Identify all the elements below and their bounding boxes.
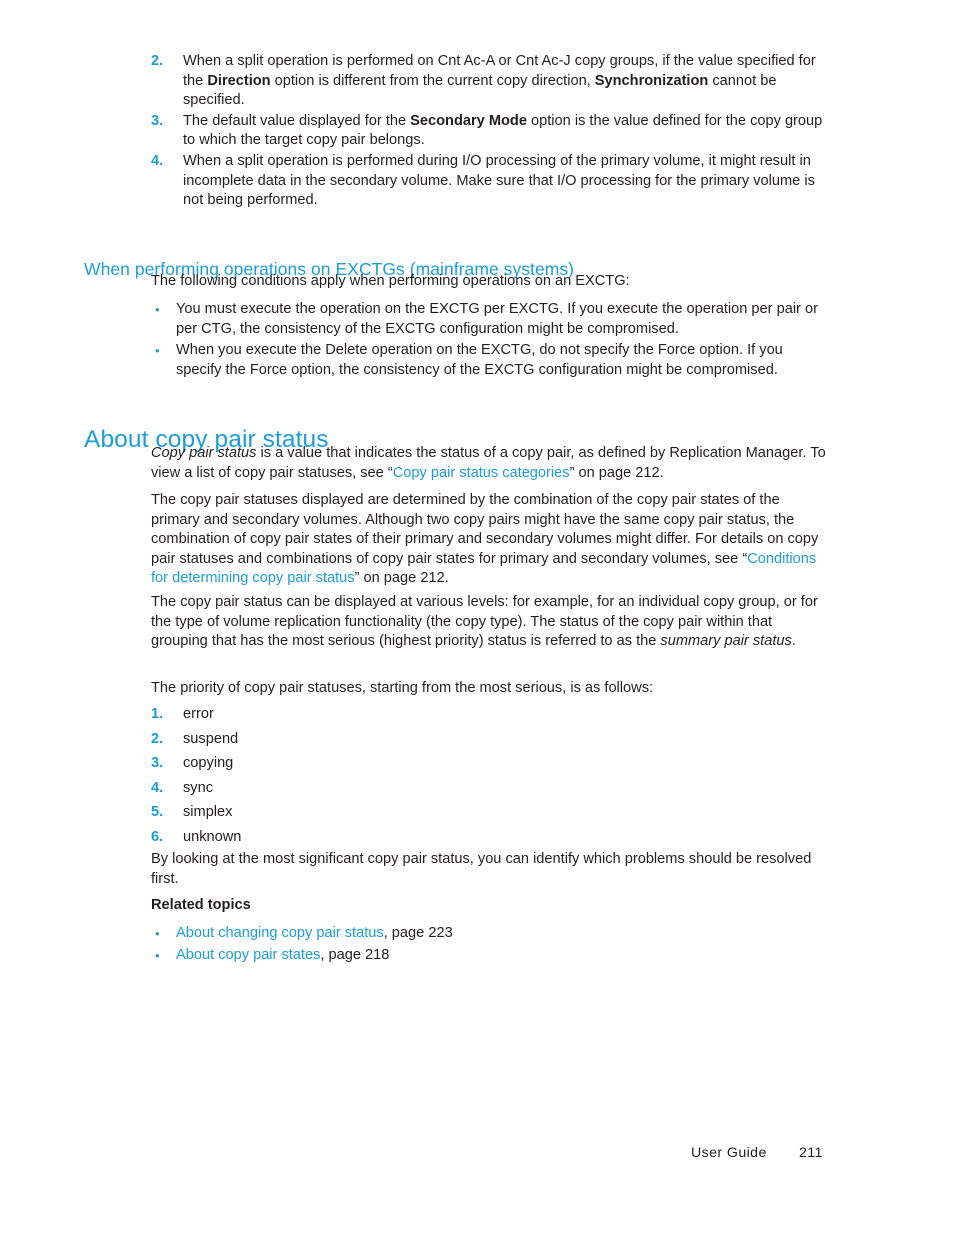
list-item: About changing copy pair status, page 22… [151, 924, 827, 944]
list-item-text: suspend [183, 730, 239, 747]
list-item: 4. When a split operation is performed d… [151, 152, 827, 211]
bullet-icon [151, 341, 176, 361]
list-item: 3. The default value displayed for the S… [151, 112, 827, 151]
document-page: 2. When a split operation is performed o… [0, 0, 954, 1235]
list-item-text: You must execute the operation on the EX… [176, 301, 818, 337]
list-item: When you execute the Delete operation on… [151, 341, 827, 380]
list-item-text: The default value displayed for the Seco… [183, 112, 827, 151]
list-item-text: sync [183, 779, 214, 796]
link-about-changing-copy-pair-status[interactable]: About changing copy pair status [176, 925, 384, 941]
text-run: , page 218 [320, 946, 390, 963]
list-marker: 4. [151, 152, 164, 169]
list-item-text: About copy pair states, page 218 [176, 946, 827, 966]
list-item-text: simplex [183, 804, 233, 821]
list-marker: 2. [151, 53, 164, 69]
text-run: ” on page 212. [354, 570, 449, 587]
emphasis-direction: Direction [207, 72, 271, 89]
text-run: The default value displayed for the [183, 112, 411, 129]
exctg-bullet-list: You must execute the operation on the EX… [151, 300, 827, 382]
status-paragraph-5: By looking at the most significant copy … [151, 851, 812, 887]
page-footer: User Guide 211 [0, 1143, 954, 1167]
list-marker: 3. [151, 755, 164, 772]
text-run: ” on page 212. [569, 464, 664, 481]
list-item: 1. error [151, 705, 827, 725]
priority-numbered-list: 1. error 2. suspend 3. copying 4. sync 5… [151, 705, 827, 853]
list-item-text: unknown [183, 828, 242, 845]
status-paragraph-2: The copy pair statuses displayed are det… [151, 491, 827, 589]
related-topics-list: About changing copy pair status, page 22… [151, 924, 827, 967]
list-item-text: About changing copy pair status, page 22… [176, 924, 827, 944]
footer-guide-label: User Guide [691, 1145, 767, 1161]
emphasis-secondary-mode: Secondary Mode [410, 112, 527, 129]
list-item: About copy pair states, page 218 [151, 946, 827, 966]
list-item: 4. sync [151, 779, 827, 799]
status-paragraph-1: Copy pair status is a value that indicat… [151, 444, 827, 483]
list-item-text: When a split operation is performed on C… [183, 52, 827, 111]
link-copy-pair-status-categories[interactable]: Copy pair status categories [393, 465, 570, 481]
list-marker: 5. [151, 804, 164, 821]
list-marker: 2. [151, 730, 164, 747]
list-marker: 3. [151, 112, 164, 129]
list-item: 3. copying [151, 754, 827, 774]
list-item: You must execute the operation on the EX… [151, 300, 827, 339]
list-item-text: When you execute the Delete operation on… [176, 342, 783, 378]
related-topics-heading: Related topics [151, 897, 251, 913]
text-run: option is different from the current cop… [270, 72, 595, 89]
emphasis-synchronization: Synchronization [594, 72, 709, 89]
list-marker: 6. [151, 828, 164, 845]
list-marker: 4. [151, 779, 164, 796]
list-item: 2. When a split operation is performed o… [151, 52, 827, 111]
status-paragraph-4: The priority of copy pair statuses, star… [151, 680, 654, 696]
list-item: 6. unknown [151, 828, 827, 848]
list-item-text: When a split operation is performed duri… [183, 152, 815, 209]
term-copy-pair-status: Copy pair status [151, 445, 257, 461]
top-numbered-list: 2. When a split operation is performed o… [151, 52, 827, 212]
bullet-icon [151, 300, 176, 320]
footer-page-number: 211 [799, 1145, 823, 1161]
text-run: , page 223 [383, 925, 453, 941]
bullet-icon [151, 946, 176, 966]
term-summary-pair-status: summary pair status [660, 633, 792, 650]
link-about-copy-pair-states[interactable]: About copy pair states [176, 947, 320, 963]
list-item-text: copying [183, 755, 234, 772]
exctg-intro-paragraph: The following conditions apply when perf… [151, 273, 630, 289]
bullet-icon [151, 924, 176, 944]
text-run: . [791, 633, 796, 650]
status-paragraph-3: The copy pair status can be displayed at… [151, 593, 827, 652]
list-item: 2. suspend [151, 730, 827, 750]
text-run: The copy pair statuses displayed are det… [151, 492, 819, 567]
list-item-text: error [183, 706, 214, 722]
list-marker: 1. [151, 706, 164, 722]
list-item: 5. simplex [151, 803, 827, 823]
